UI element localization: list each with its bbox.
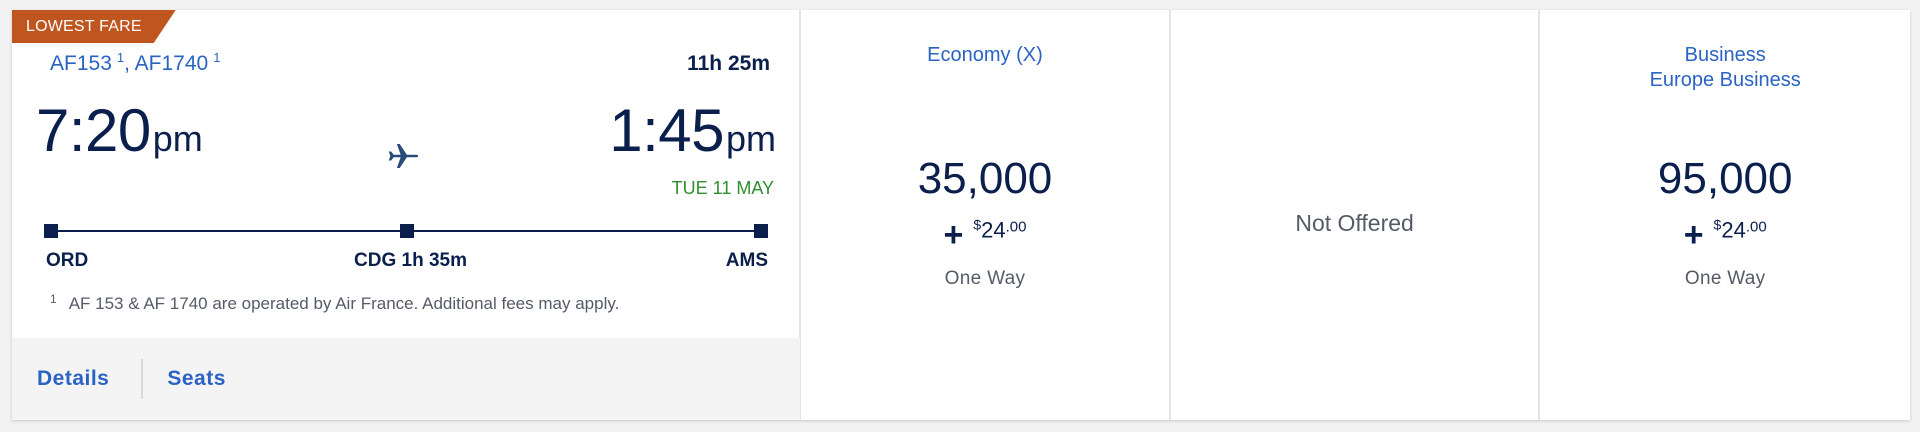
actions-divider (141, 359, 144, 399)
airplane-icon (388, 144, 419, 168)
departure-time-value: 7:20 (36, 97, 151, 164)
not-offered-label: Not Offered (1295, 210, 1414, 236)
flight-number-2[interactable]: AF1740 (135, 52, 209, 75)
fee-cents: .00 (1745, 218, 1767, 236)
flight-result-card: LOWEST FARE AF153 1, AF1740 1 11h 25m 7:20… (12, 10, 1910, 420)
footnote-mark: 1 (50, 292, 57, 306)
flight-number-separator: , (124, 52, 135, 75)
fee-dollars: 24 (981, 217, 1006, 243)
flight-number-2-note: 1 (213, 50, 221, 65)
arrival-time: 1:45pm (609, 96, 776, 165)
fee-currency: $ (973, 216, 982, 233)
plus-icon: + (943, 216, 964, 254)
flight-number-1[interactable]: AF153 (50, 52, 112, 75)
fee-dollars: 24 (1721, 217, 1746, 243)
connection-stop-marker (400, 224, 414, 238)
miles-price: 95,000 (1657, 154, 1793, 203)
departure-time: 7:20pm (36, 96, 203, 165)
fare-economy-cell[interactable]: Economy (X) 35,000 + $24.00 One Way (801, 10, 1169, 420)
destination-airport: AMS (725, 250, 768, 271)
fee-price: + $24.00 (801, 216, 1169, 255)
flight-summary: LOWEST FARE AF153 1, AF1740 1 11h 25m 7:20… (12, 10, 800, 338)
origin-stop-marker (44, 224, 58, 238)
trip-type: One Way (1684, 268, 1766, 289)
cabin-name-line2: Europe Business (1649, 69, 1801, 91)
arrival-date: TUE 11 MAY (671, 178, 774, 198)
cabin-name: Economy (X) (927, 44, 1043, 66)
details-link[interactable]: Details (37, 367, 109, 391)
arrival-time-ampm: pm (725, 118, 776, 159)
miles-price: 35,000 (917, 154, 1053, 203)
footnote-text: AF 153 & AF 1740 are operated by Air Fra… (68, 294, 620, 313)
plus-icon: + (1683, 216, 1704, 254)
total-duration: 11h 25m (687, 52, 770, 75)
arrival-time-value: 1:45 (609, 97, 724, 164)
flight-details-panel: LOWEST FARE AF153 1, AF1740 1 11h 25m 7:20… (12, 10, 802, 420)
fare-not-offered-cell: Not Offered (1168, 10, 1539, 420)
seats-link[interactable]: Seats (167, 367, 226, 391)
lowest-fare-badge: LOWEST FARE (12, 10, 176, 43)
fee-cents: .00 (1005, 218, 1027, 236)
cabin-name-line1: Business (1684, 44, 1766, 66)
flight-numbers: AF153 1, AF1740 1 (50, 50, 220, 76)
origin-airport: ORD (46, 250, 89, 271)
fare-business-cell[interactable]: Business Europe Business 95,000 + $24.00 … (1538, 10, 1910, 420)
destination-stop-marker (754, 224, 768, 238)
cabin-name: Business Europe Business (1540, 43, 1910, 93)
operator-footnote: 1 AF 153 & AF 1740 are operated by Air Fr… (50, 292, 619, 314)
connection-stop: CDG 1h 35m (354, 250, 467, 271)
flight-actions-bar: Details Seats (12, 338, 800, 420)
fee-price: + $24.00 (1540, 216, 1910, 255)
departure-time-ampm: pm (152, 118, 203, 159)
trip-type: One Way (944, 268, 1026, 289)
